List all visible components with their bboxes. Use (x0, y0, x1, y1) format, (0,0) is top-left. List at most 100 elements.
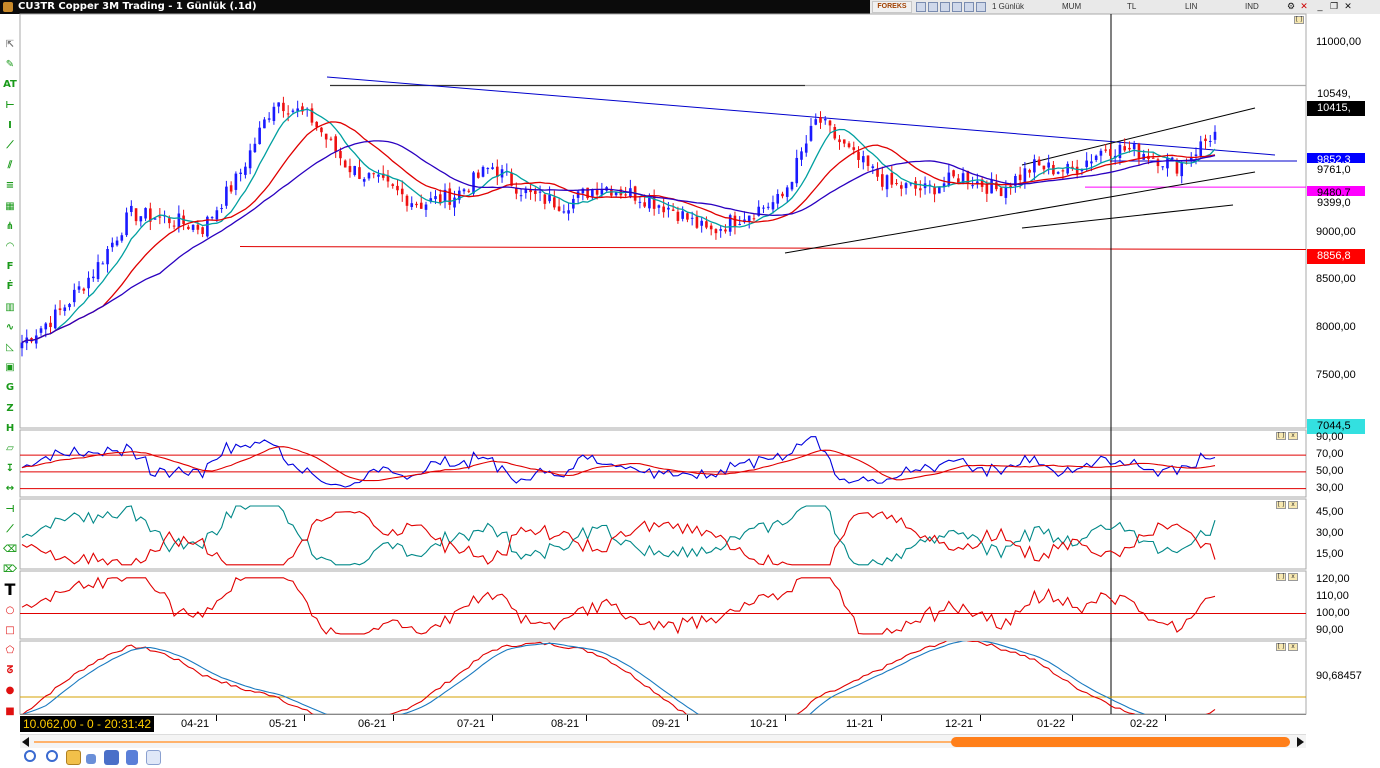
indicator-tick-label: 90,00 (1316, 623, 1344, 636)
scroll-left-arrow-icon[interactable] (22, 737, 29, 747)
candle-body (690, 217, 694, 219)
candle-body (377, 174, 380, 177)
candle-body (1109, 149, 1112, 156)
candle-body (790, 181, 794, 190)
candle-body (667, 207, 670, 210)
candle-body (553, 197, 556, 208)
candle-body (652, 196, 656, 209)
candle-body (1123, 146, 1126, 151)
candle-body (543, 194, 547, 204)
candle-body (1023, 168, 1027, 183)
candle-body (120, 235, 124, 241)
panel-maximize-button[interactable]: [ ] (1276, 573, 1286, 581)
candle-body (871, 166, 875, 169)
time-axis: 04-21 05-21 06-21 07-21 08-21 09-21 10-21 11-21… (20, 714, 1306, 734)
candle-body (952, 170, 955, 177)
candle-body (947, 172, 951, 186)
candle-body (372, 173, 376, 175)
scroll-thumb[interactable] (950, 737, 1290, 747)
panel-maximize-button[interactable]: [ ] (1276, 501, 1286, 509)
indicator-tick-label: 45,00 (1316, 506, 1344, 518)
candle-body (648, 197, 651, 209)
candle-body (486, 168, 490, 170)
candle-body (885, 175, 889, 190)
candle-body (1166, 157, 1169, 169)
momentum-panel (19, 570, 1307, 640)
candle-body (453, 197, 456, 208)
candle-body (367, 173, 371, 179)
grid-view-icon[interactable] (104, 750, 119, 765)
indicator-tick-label: 15,00 (1316, 548, 1344, 560)
candle-body (1033, 159, 1036, 173)
database-icon[interactable] (126, 750, 138, 765)
price-tick-label: 7500,00 (1316, 368, 1356, 381)
candle-body (771, 202, 775, 210)
candle-body (419, 202, 423, 209)
candle-body (391, 184, 395, 186)
candle-body (557, 206, 561, 211)
indicator-tick-label: 110,00 (1316, 589, 1349, 602)
candle-body (681, 211, 684, 219)
folder-icon[interactable] (66, 750, 81, 765)
candle-body (1194, 154, 1198, 156)
candle-body (866, 155, 870, 166)
candle-body (1208, 140, 1212, 142)
candle-body (662, 206, 665, 213)
candle-body (1028, 169, 1031, 173)
candle-body (1042, 165, 1046, 170)
zoom-out-icon[interactable] (46, 750, 58, 762)
candle-body (44, 323, 48, 330)
candle-body (20, 342, 24, 349)
panel-close-button[interactable]: x (1288, 501, 1298, 509)
indicator-tick-label: 30,00 (1316, 527, 1344, 539)
candle-body (1085, 160, 1088, 167)
small-square-icon[interactable] (86, 754, 96, 764)
candle-body (776, 193, 780, 204)
candle-body (481, 166, 485, 177)
candle-body (724, 229, 727, 232)
candle-body (115, 240, 119, 246)
time-tick-mark (980, 715, 981, 721)
stochastic-panel (19, 640, 1307, 715)
panel-close-button[interactable]: x (1288, 432, 1298, 440)
crosshair-icon[interactable] (146, 750, 161, 765)
candle-body (657, 205, 661, 208)
main-panel-maximize-button[interactable]: [ ] (1294, 16, 1304, 24)
time-tick-label: 07-21 (457, 718, 486, 730)
price-tick-label: 8500,00 (1316, 273, 1356, 286)
candle-body (329, 138, 333, 140)
trading-window: CU3TR Copper 3M Trading - 1 Günlük (.1d)… (0, 0, 1380, 768)
indicator-tick-label: 120,00 (1316, 572, 1350, 585)
chart-scrollbar[interactable] (20, 734, 1306, 748)
candle-body (424, 204, 428, 210)
candle-body (819, 116, 822, 123)
panel-close-button[interactable]: x (1288, 643, 1298, 651)
zoom-in-icon[interactable] (24, 750, 36, 762)
candle-body (405, 195, 409, 206)
time-tick-label: 05-21 (269, 718, 298, 730)
candle-body (277, 102, 280, 107)
panel-maximize-button[interactable]: [ ] (1276, 432, 1286, 440)
indicator-tick-label: 100,00 (1316, 606, 1350, 619)
panel-close-button[interactable]: x (1288, 573, 1298, 581)
candle-body (643, 202, 646, 207)
panel-maximize-button[interactable]: [ ] (1276, 643, 1286, 651)
candle-body (785, 187, 789, 197)
chart-canvas[interactable] (0, 0, 1380, 768)
candle-body (1151, 157, 1155, 159)
candle-body (215, 210, 219, 220)
crosshair-readout: 10.062,00 - 0 - 20:31:42 (20, 716, 155, 732)
time-tick-mark (1072, 715, 1073, 721)
candle-body (82, 288, 86, 291)
price-level-tag: 10415, (1307, 101, 1365, 116)
candle-body (87, 277, 90, 289)
candle-body (900, 185, 903, 189)
price-tick-label: 9000,00 (1316, 225, 1356, 238)
bottom-toolbar (20, 748, 1380, 768)
candle-body (320, 127, 323, 133)
candle-body (971, 185, 974, 187)
candle-body (139, 216, 143, 222)
scroll-right-arrow-icon[interactable] (1297, 737, 1304, 747)
candle-body (1004, 186, 1008, 198)
candle-body (1142, 154, 1146, 160)
